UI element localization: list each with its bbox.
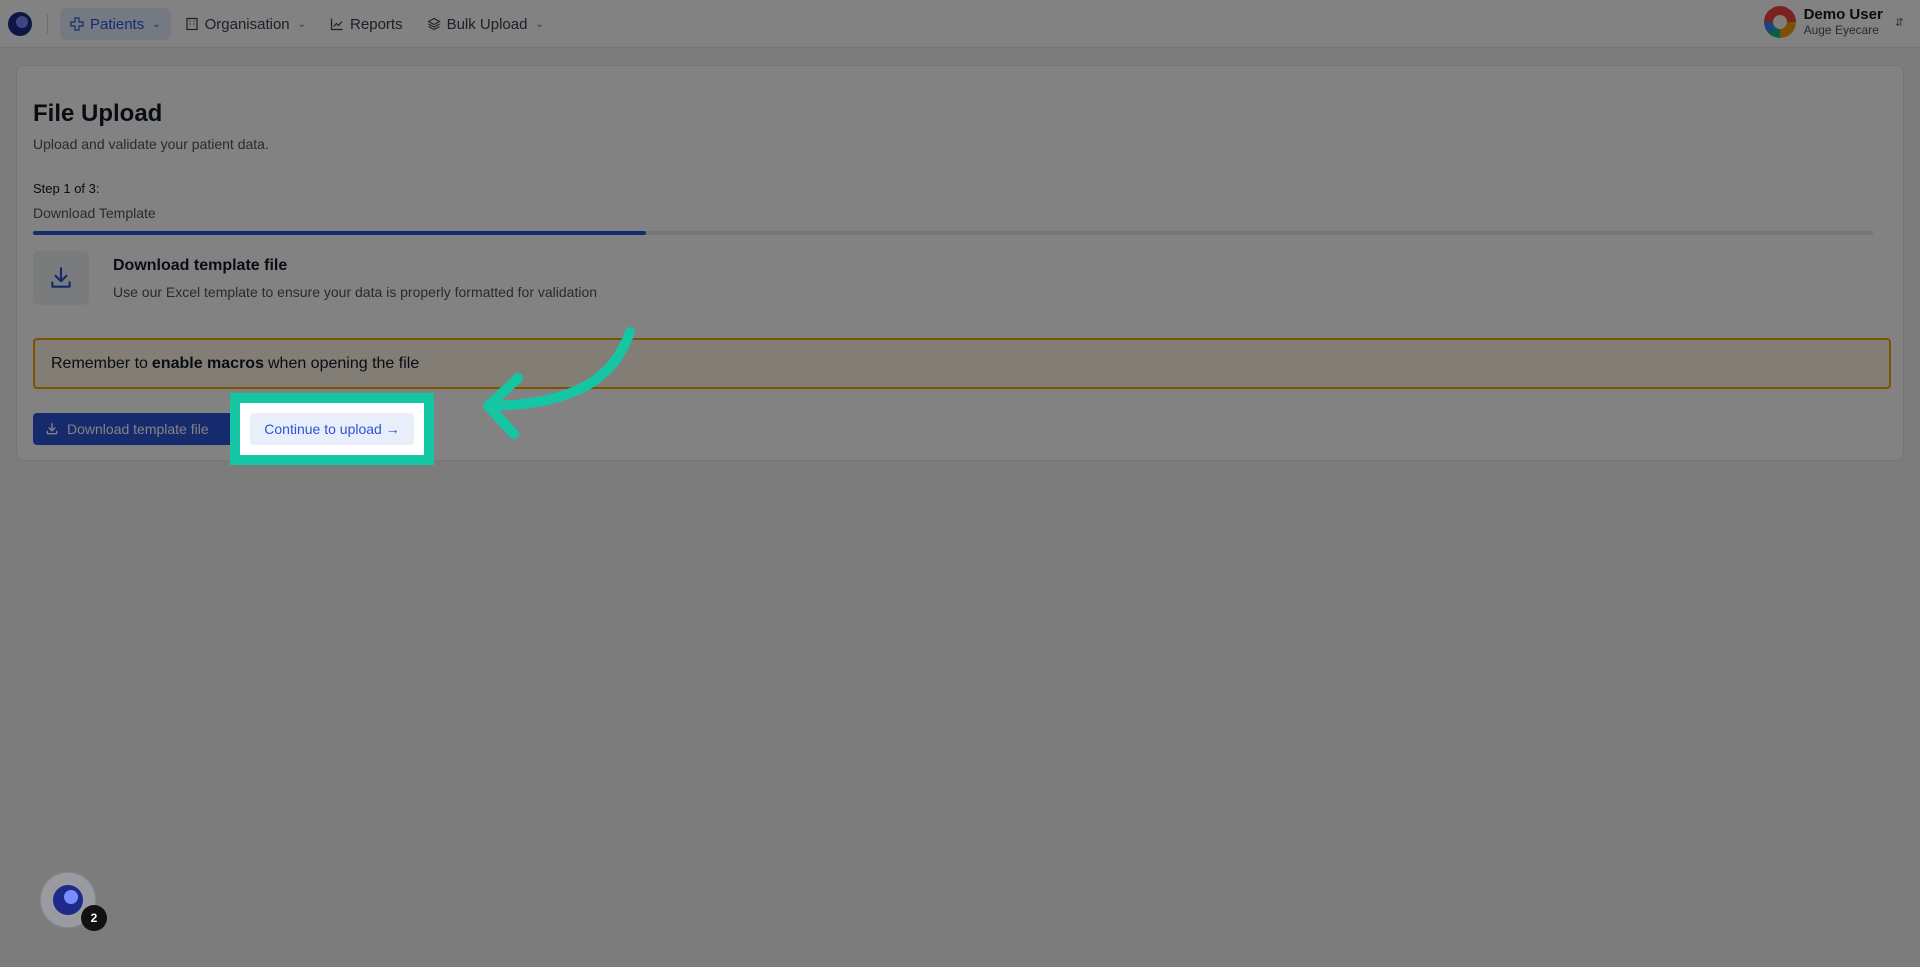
continue-to-upload-button[interactable]: Continue to upload → xyxy=(250,413,414,445)
tutorial-dim-overlay xyxy=(0,0,1920,967)
continue-button-label: Continue to upload → xyxy=(264,421,400,437)
eye-logo-icon xyxy=(53,885,83,915)
tutorial-highlight-frame: Continue to upload → xyxy=(230,393,434,465)
notification-badge: 2 xyxy=(81,905,107,931)
tutorial-arrow-icon xyxy=(483,327,635,439)
